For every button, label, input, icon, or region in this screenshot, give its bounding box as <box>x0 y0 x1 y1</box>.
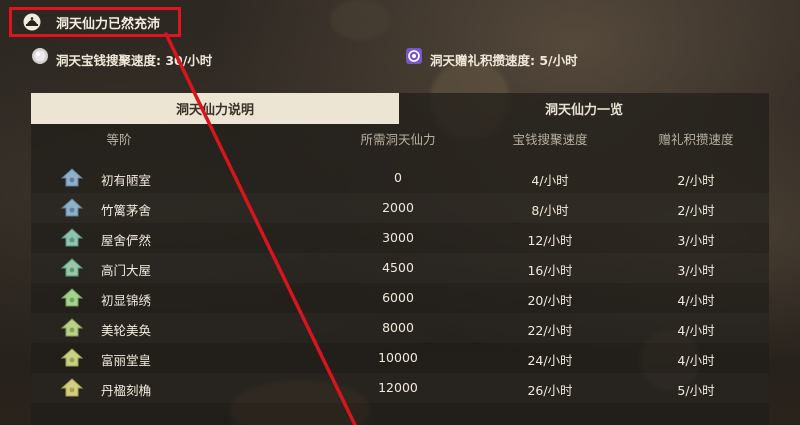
gift-speed: 4/小时 <box>677 323 715 338</box>
coin-speed: 16/小时 <box>527 263 573 278</box>
gift-speed: 4/小时 <box>677 353 715 368</box>
gift-speed: 2/小时 <box>677 203 715 218</box>
house-rank-icon <box>61 258 83 277</box>
table-row: 富丽堂皇 10000 24/小时 4/小时 <box>31 343 769 373</box>
table-row: 竹篱茅舍 2000 8/小时 2/小时 <box>31 193 769 223</box>
coin-speed: 26/小时 <box>527 383 573 398</box>
teapot-icon <box>23 13 41 31</box>
header-gift-speed: 赠礼积攒速度 <box>658 132 734 147</box>
table-row: 丹楹刻桷 12000 26/小时 5/小时 <box>31 373 769 403</box>
house-rank-icon <box>61 378 83 397</box>
gift-purple-icon <box>406 48 422 64</box>
rank-name: 丹楹刻桷 <box>101 383 152 398</box>
rank-name: 美轮美奂 <box>101 323 152 338</box>
required-energy: 8000 <box>382 320 414 335</box>
required-energy: 2000 <box>382 200 414 215</box>
coin-speed: 12/小时 <box>527 233 573 248</box>
table-row: 屋舍俨然 3000 12/小时 3/小时 <box>31 223 769 253</box>
house-rank-icon <box>61 288 83 307</box>
required-energy: 3000 <box>382 230 414 245</box>
tab-energy-overview[interactable]: 洞天仙力一览 <box>399 93 769 124</box>
table-header: 等阶 所需洞天仙力 宝钱搜聚速度 赠礼积攒速度 <box>31 129 769 149</box>
coin-rate-label: 洞天宝钱搜聚速度: 30/小时 <box>56 53 213 68</box>
tab-energy-description[interactable]: 洞天仙力说明 <box>31 93 399 124</box>
gift-speed: 3/小时 <box>677 233 715 248</box>
required-energy: 6000 <box>382 290 414 305</box>
required-energy: 10000 <box>378 350 418 365</box>
header-coin-speed: 宝钱搜聚速度 <box>512 132 588 147</box>
header-required-energy: 所需洞天仙力 <box>360 132 436 147</box>
required-energy: 12000 <box>378 380 418 395</box>
table-row: 初显锦绣 6000 20/小时 4/小时 <box>31 283 769 313</box>
coin-speed: 4/小时 <box>531 173 569 188</box>
table-row: 美轮美奂 8000 22/小时 4/小时 <box>31 313 769 343</box>
house-rank-icon <box>61 348 83 367</box>
coin-speed: 24/小时 <box>527 353 573 368</box>
rank-name: 竹篱茅舍 <box>101 203 152 218</box>
gift-speed: 2/小时 <box>677 173 715 188</box>
rank-name: 屋舍俨然 <box>101 233 152 248</box>
table-row: 高门大屋 4500 16/小时 3/小时 <box>31 253 769 283</box>
house-rank-icon <box>61 318 83 337</box>
page-title: 洞天仙力已然充沛 <box>56 17 161 32</box>
house-rank-icon <box>61 168 83 187</box>
required-energy: 0 <box>394 170 402 185</box>
gift-speed: 3/小时 <box>677 263 715 278</box>
gift-speed: 5/小时 <box>677 383 715 398</box>
table-row: 初有陋室 0 4/小时 2/小时 <box>31 163 769 193</box>
rank-name: 初显锦绣 <box>101 293 152 308</box>
coin-speed: 8/小时 <box>531 203 569 218</box>
header-rank: 等阶 <box>106 132 132 147</box>
rank-name: 初有陋室 <box>101 173 152 188</box>
coin-speed: 20/小时 <box>527 293 573 308</box>
rank-name: 高门大屋 <box>101 263 152 278</box>
gift-rate-label: 洞天赠礼积攒速度: 5/小时 <box>430 53 578 68</box>
house-rank-icon <box>61 228 83 247</box>
silver-coin-icon <box>32 48 48 64</box>
gift-speed: 4/小时 <box>677 293 715 308</box>
rank-name: 富丽堂皇 <box>101 353 152 368</box>
house-rank-icon <box>61 198 83 217</box>
required-energy: 4500 <box>382 260 414 275</box>
coin-speed: 22/小时 <box>527 323 573 338</box>
